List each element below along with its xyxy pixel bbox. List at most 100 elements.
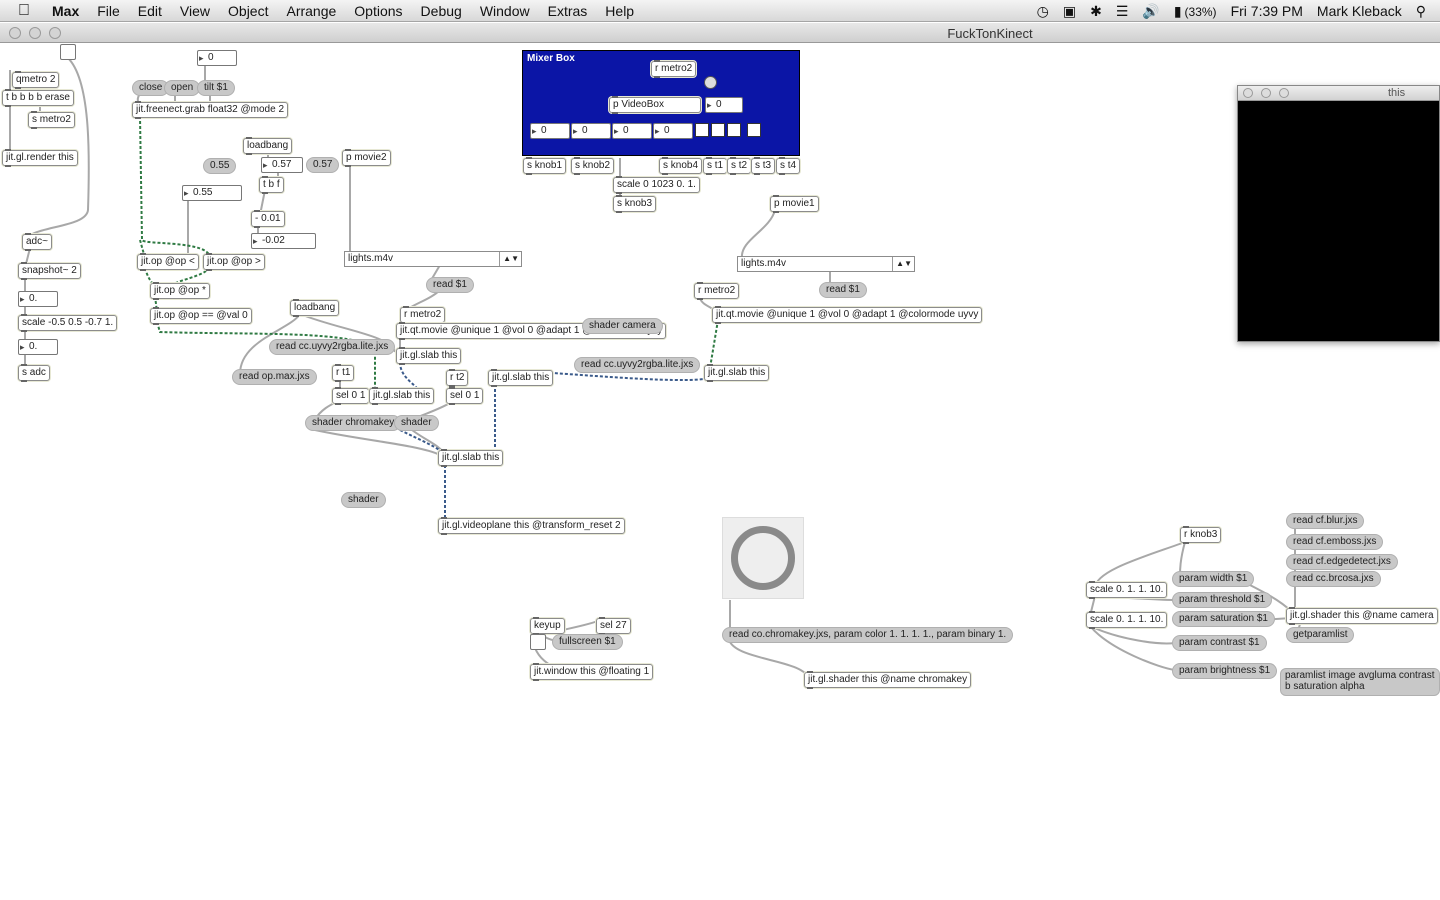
spotlight-search-icon[interactable]: ⚲ xyxy=(1416,3,1426,20)
movie-menu-b[interactable]: lights.m4v ▲▼ xyxy=(737,256,915,272)
read-blur-message[interactable]: read cf.blur.jxs xyxy=(1286,513,1365,529)
loadbang-object-2[interactable]: loadbang xyxy=(290,299,340,317)
sel-object-2[interactable]: sel 0 1 xyxy=(446,387,484,405)
adc-number-box-1[interactable]: 0. xyxy=(18,291,58,307)
mixer-number-3[interactable]: 0 xyxy=(612,123,652,139)
videobox-number[interactable]: 0 xyxy=(705,97,743,113)
trigger-bf-object[interactable]: t b f xyxy=(259,176,284,194)
gl-slab-main-object[interactable]: jit.gl.slab this xyxy=(438,449,504,467)
wifi-icon[interactable]: ☰ xyxy=(1116,3,1129,20)
read-brcosa-message[interactable]: read cc.brcosa.jxs xyxy=(1286,571,1381,587)
menu-file[interactable]: File xyxy=(97,3,120,19)
send-adc-object[interactable]: s adc xyxy=(18,364,50,382)
clock[interactable]: Fri 7:39 PM xyxy=(1231,3,1303,19)
param-brightness-message[interactable]: param brightness $1 xyxy=(1172,663,1278,679)
gl-render-object[interactable]: jit.gl.render this xyxy=(2,149,78,167)
menu-debug[interactable]: Debug xyxy=(421,3,462,19)
mixer-number-2[interactable]: 0 xyxy=(571,123,611,139)
s-knob3-object[interactable]: s knob3 xyxy=(613,195,657,213)
keyup-object[interactable]: keyup xyxy=(530,617,565,635)
read-op-message[interactable]: read op.max.jxs xyxy=(232,369,317,385)
qt-movie-object-b[interactable]: jit.qt.movie @unique 1 @vol 0 @adapt 1 @… xyxy=(712,306,983,324)
scale-adc-object[interactable]: scale -0.5 0.5 -0.7 1. xyxy=(18,314,118,332)
app-menu[interactable]: Max xyxy=(52,3,79,19)
send-metro2-object[interactable]: s metro2 xyxy=(28,111,75,129)
gl-slab-object-a[interactable]: jit.gl.slab this xyxy=(396,347,462,365)
gl-slab-object-b[interactable]: jit.gl.slab this xyxy=(369,387,435,405)
r-metro2-object-b[interactable]: r metro2 xyxy=(694,282,740,300)
menu-window[interactable]: Window xyxy=(480,3,530,19)
preview-close-button[interactable] xyxy=(1243,88,1253,98)
jit-op-lt-object[interactable]: jit.op @op < xyxy=(137,253,199,271)
mixer-toggle-1[interactable] xyxy=(695,123,709,137)
param-width-message[interactable]: param width $1 xyxy=(1172,571,1255,587)
menu-arrange[interactable]: Arrange xyxy=(286,3,336,19)
number-055[interactable]: 0.55 xyxy=(182,185,242,201)
jit-window-object[interactable]: jit.window this @floating 1 xyxy=(530,663,654,681)
r-knob3-object[interactable]: r knob3 xyxy=(1180,526,1222,544)
number-057[interactable]: 0.57 xyxy=(261,157,303,173)
loadbang-object[interactable]: loadbang xyxy=(243,137,293,155)
menu-help[interactable]: Help xyxy=(605,3,634,19)
s-t4-object[interactable]: s t4 xyxy=(776,157,801,175)
time-machine-icon[interactable]: ◷ xyxy=(1037,3,1049,20)
read-message-a[interactable]: read $1 xyxy=(426,277,474,293)
s-knob4-object[interactable]: s knob4 xyxy=(659,157,703,175)
paramlist-message[interactable]: paramlist image avgluma contrast b satur… xyxy=(1280,668,1440,696)
sel-object-1[interactable]: sel 0 1 xyxy=(332,387,370,405)
jit-window-preview[interactable]: this xyxy=(1237,85,1440,342)
mixer-toggle-3[interactable] xyxy=(727,123,741,137)
apple-menu-icon[interactable]:  xyxy=(18,2,40,20)
mixer-toggle-2[interactable] xyxy=(711,123,725,137)
jit-op-gt-object[interactable]: jit.op @op > xyxy=(203,253,265,271)
s-t1-object[interactable]: s t1 xyxy=(703,157,728,175)
mixer-toggle-4[interactable] xyxy=(747,123,761,137)
read-chromakey-message[interactable]: read co.chromakey.jxs, param color 1. 1.… xyxy=(722,627,1014,643)
jit-op-mul-object[interactable]: jit.op @op * xyxy=(150,282,210,300)
s-t3-object[interactable]: s t3 xyxy=(751,157,776,175)
gl-videoplane-object[interactable]: jit.gl.videoplane this @transform_reset … xyxy=(438,517,625,535)
scale-knob-object[interactable]: scale 0 1023 0. 1. xyxy=(613,176,700,194)
s-t2-object[interactable]: s t2 xyxy=(727,157,752,175)
shader-camera-message[interactable]: shader camera xyxy=(582,318,663,334)
preview-zoom-button[interactable] xyxy=(1279,88,1289,98)
read-message-b[interactable]: read $1 xyxy=(819,282,867,298)
sel27-object[interactable]: sel 27 xyxy=(596,617,631,635)
volume-icon[interactable]: 🔊 xyxy=(1142,3,1159,20)
adc-number-box-2[interactable]: 0. xyxy=(18,339,58,355)
jit-op-eq-object[interactable]: jit.op @op == @val 0 xyxy=(150,307,252,325)
scale-object-b[interactable]: scale 0. 1. 1. 10. xyxy=(1086,611,1168,629)
msg-057[interactable]: 0.57 xyxy=(306,157,340,173)
read-cc-message-2[interactable]: read cc.uyvy2rgba.lite.jxs xyxy=(574,357,701,373)
param-contrast-message[interactable]: param contrast $1 xyxy=(1172,635,1267,651)
msg-055[interactable]: 0.55 xyxy=(203,158,237,174)
fullscreen-message[interactable]: fullscreen $1 xyxy=(552,634,623,650)
s-knob1-object[interactable]: s knob1 xyxy=(523,157,567,175)
mixer-number-4[interactable]: 0 xyxy=(653,123,693,139)
menu-options[interactable]: Options xyxy=(354,3,402,19)
mixer-box-panel[interactable]: Mixer Box r metro2 p VideoBox 0 0 0 0 0 xyxy=(522,50,800,156)
p-movie1-object[interactable]: p movie1 xyxy=(770,195,819,213)
dial-knob[interactable] xyxy=(722,517,804,599)
bluetooth-icon[interactable]: ✱ xyxy=(1090,3,1102,20)
freenect-grab-object[interactable]: jit.freenect.grab float32 @mode 2 xyxy=(132,101,289,119)
fullscreen-toggle[interactable] xyxy=(530,634,546,650)
shader-chromakey-message[interactable]: shader chromakey xyxy=(305,415,402,431)
menu-edit[interactable]: Edit xyxy=(138,3,162,19)
shader-message-1[interactable]: shader xyxy=(394,415,439,431)
minus-object[interactable]: - 0.01 xyxy=(251,210,285,228)
display-icon[interactable]: ▣ xyxy=(1063,3,1076,20)
menu-extras[interactable]: Extras xyxy=(548,3,588,19)
read-edgedetect-message[interactable]: read cf.edgedetect.jxs xyxy=(1286,554,1398,570)
trigger-object[interactable]: t b b b b erase xyxy=(2,89,74,107)
open-message[interactable]: open xyxy=(164,80,201,96)
r-t1-object[interactable]: r t1 xyxy=(332,364,355,382)
qmetro-object[interactable]: qmetro 2 xyxy=(12,71,60,89)
param-threshold-message[interactable]: param threshold $1 xyxy=(1172,592,1273,608)
p-movie2-object[interactable]: p movie2 xyxy=(342,149,391,167)
number-neg[interactable]: -0.02 xyxy=(251,233,316,249)
param-saturation-message[interactable]: param saturation $1 xyxy=(1172,611,1275,627)
snapshot-object[interactable]: snapshot~ 2 xyxy=(18,262,81,280)
tilt-number-box[interactable]: 0 xyxy=(197,50,237,66)
gl-shader-camera-object[interactable]: jit.gl.shader this @name camera xyxy=(1286,607,1438,625)
